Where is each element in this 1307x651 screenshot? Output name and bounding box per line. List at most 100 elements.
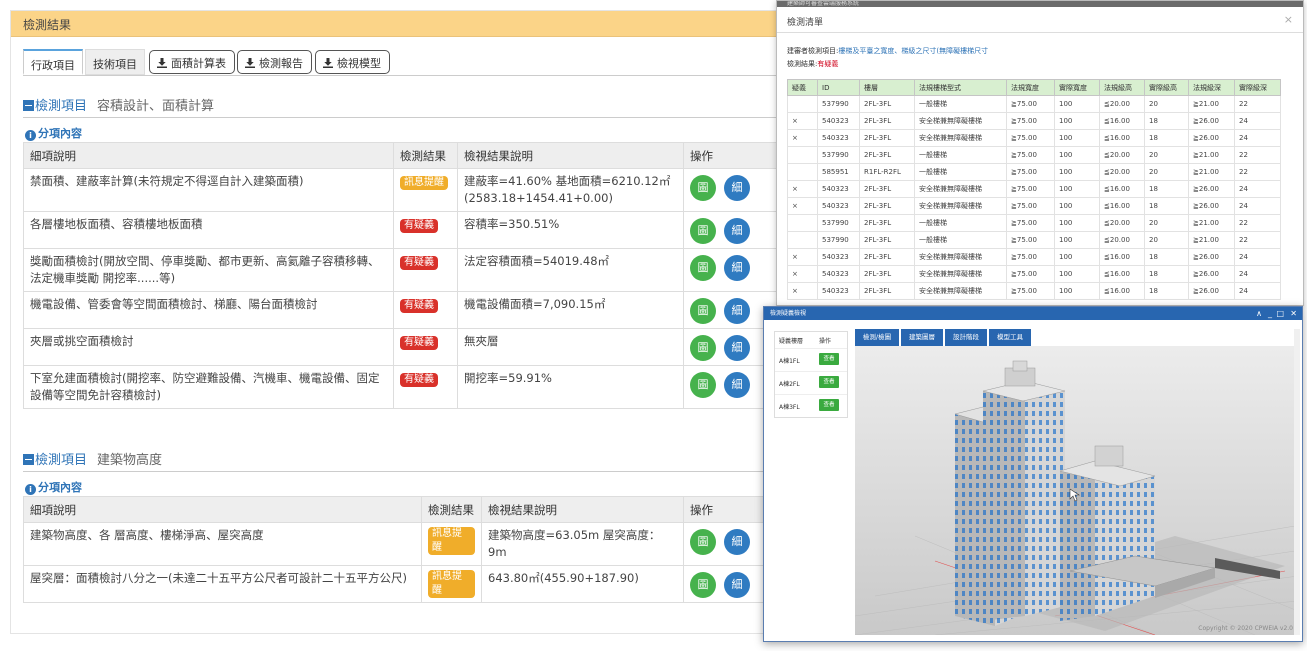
collapse-icon[interactable] — [23, 100, 34, 111]
list-cell: 22 — [1234, 146, 1281, 164]
view-drawing-button[interactable]: 圖 — [690, 218, 716, 244]
maximize-icon[interactable]: □ — [1276, 307, 1284, 320]
model-download-button[interactable]: 檢視模型 — [315, 50, 390, 74]
list-cell: 一般樓梯 — [914, 95, 1007, 113]
collapse-window-icon[interactable]: ∧ — [1256, 307, 1262, 320]
list-cell: 安全梯兼無障礙樓梯 — [914, 282, 1007, 300]
view-drawing-button[interactable]: 圖 — [690, 335, 716, 361]
view-detail-button[interactable]: 細 — [724, 218, 750, 244]
list-cell: ≧75.00 — [1006, 180, 1055, 198]
list-cell: 540323 — [817, 180, 860, 198]
view-drawing-button[interactable]: 圖 — [690, 572, 716, 598]
list-cell: 24 — [1234, 248, 1281, 266]
view-detail-button[interactable]: 細 — [724, 255, 750, 281]
list-cell: 100 — [1054, 265, 1100, 283]
tab-inspect[interactable]: 檢測/檢圖 — [855, 329, 899, 346]
list-header-cell: 法規樓梯型式 — [914, 79, 1007, 96]
list-cell: 20 — [1144, 231, 1189, 249]
table-row: 各層樓地板面積、容積樓地板面積 有疑義 容積率=350.51% 圖細 — [23, 211, 784, 249]
collapse-icon[interactable] — [23, 454, 34, 465]
view-floor-button[interactable]: 查看 — [819, 353, 839, 365]
row-note: 容積率=350.51% — [457, 211, 684, 249]
list-cell: 安全梯兼無障礙樓梯 — [914, 180, 1007, 198]
list-cell: 2FL-3FL — [859, 129, 915, 147]
table-header-row: 細項說明 檢測結果 檢視結果說明 操作 — [23, 142, 784, 169]
list-cell: ≦16.00 — [1099, 248, 1145, 266]
view-drawing-button[interactable]: 圖 — [690, 298, 716, 324]
list-cell: ≦16.00 — [1099, 112, 1145, 130]
tab-bar: 行政項目 技術項目 面積計算表 檢測報告 檢視模型 — [23, 49, 789, 75]
view-drawing-button[interactable]: 圖 — [690, 175, 716, 201]
area-calc-download-button[interactable]: 面積計算表 — [149, 50, 235, 74]
list-cell: ≦16.00 — [1099, 282, 1145, 300]
view-detail-button[interactable]: 細 — [724, 335, 750, 361]
list-cell: 18 — [1144, 265, 1189, 283]
minimize-icon[interactable]: _ — [1268, 307, 1272, 320]
floor-row: A棟3FL 查看 — [775, 394, 847, 417]
view-drawing-button[interactable]: 圖 — [690, 372, 716, 398]
table-row[interactable]: 537990 2FL-3FL 一般樓梯 ≧75.00 100 ≦20.00 20 ≧21.00… — [787, 231, 1281, 249]
table-row[interactable]: 537990 2FL-3FL 一般樓梯 ≧75.00 100 ≦20.00 20 ≧21.00… — [787, 95, 1281, 113]
view-detail-button[interactable]: 細 — [724, 175, 750, 201]
table-row: 禁面積、建蔽率計算(未符規定不得逕自計入建築面積) 訊息提醒 建蔽率=41.60% … — [23, 168, 784, 212]
list-cell: 22 — [1234, 214, 1281, 232]
row-note: 無夾層 — [457, 328, 684, 366]
tab-model-tools[interactable]: 模型工具 — [989, 329, 1031, 346]
list-cell: × — [787, 248, 818, 266]
table-row[interactable]: × 540323 2FL-3FL 安全梯兼無障礙樓梯 ≧75.00 100 ≦16.00 18… — [787, 265, 1281, 283]
list-cell: ≧75.00 — [1006, 95, 1055, 113]
list-cell: 100 — [1054, 231, 1100, 249]
viewer-scrollbar[interactable] — [1294, 329, 1300, 635]
table-row[interactable]: 585951 R1FL-R2FL 一般樓梯 ≧75.00 100 ≦20.00 20 ≧21.… — [787, 163, 1281, 181]
row-result: 訊息提醒 — [421, 565, 482, 603]
table-row[interactable]: × 540323 2FL-3FL 安全梯兼無障礙樓梯 ≧75.00 100 ≦16.00 18… — [787, 197, 1281, 215]
viewer-title: 檢測疑義檢視 — [770, 310, 807, 317]
status-badge: 訊息提醒 — [428, 570, 475, 598]
table-row[interactable]: 537990 2FL-3FL 一般樓梯 ≧75.00 100 ≦20.00 20 ≧21.00… — [787, 146, 1281, 164]
tab-layers[interactable]: 建築圖層 — [901, 329, 943, 346]
download-icon — [323, 58, 333, 68]
list-cell: ≧26.00 — [1188, 282, 1235, 300]
list-cell: 100 — [1054, 95, 1100, 113]
table-row[interactable]: × 540323 2FL-3FL 安全梯兼無障礙樓梯 ≧75.00 100 ≦16.00 18… — [787, 129, 1281, 147]
floor-name: A棟2FL — [779, 381, 800, 388]
header-action: 操作 — [683, 142, 784, 169]
floor-list-header: 疑義樓層 操作 — [775, 332, 847, 348]
report-download-button[interactable]: 檢測報告 — [237, 50, 312, 74]
table-row: 夾層或挑空面積檢討 有疑義 無夾層圖細 — [23, 328, 784, 366]
list-cell: ≦16.00 — [1099, 197, 1145, 215]
list-cell: 20 — [1144, 146, 1189, 164]
table-row[interactable]: 537990 2FL-3FL 一般樓梯 ≧75.00 100 ≦20.00 20 ≧21.00… — [787, 214, 1281, 232]
tab-design-stage[interactable]: 設計階段 — [945, 329, 987, 346]
model-3d-canvas[interactable]: Copyright © 2020 CPWEIA v2.0 — [855, 346, 1298, 635]
status-badge: 有疑義 — [400, 299, 438, 313]
close-icon[interactable]: ✕ — [1290, 307, 1297, 320]
view-detail-button[interactable]: 細 — [724, 572, 750, 598]
view-floor-button[interactable]: 查看 — [819, 399, 839, 411]
tab-admin[interactable]: 行政項目 — [23, 49, 83, 75]
tab-tech[interactable]: 技術項目 — [85, 49, 145, 75]
status-badge: 有疑義 — [400, 219, 438, 233]
list-cell: 540323 — [817, 112, 860, 130]
view-drawing-button[interactable]: 圖 — [690, 529, 716, 555]
download-icon — [157, 58, 167, 68]
list-cell: ≧75.00 — [1006, 146, 1055, 164]
table-row[interactable]: × 540323 2FL-3FL 安全梯兼無障礙樓梯 ≧75.00 100 ≦16.00 18… — [787, 112, 1281, 130]
list-cell: 24 — [1234, 180, 1281, 198]
list-cell: 100 — [1054, 112, 1100, 130]
list-cell: 537990 — [817, 231, 860, 249]
view-detail-button[interactable]: 細 — [724, 298, 750, 324]
header-desc: 細項說明 — [23, 142, 394, 169]
close-icon[interactable]: × — [1284, 13, 1293, 26]
list-cell: ≧21.00 — [1188, 146, 1235, 164]
section-title-area: 檢測項目 容積設計、面積計算 — [23, 95, 214, 114]
view-detail-button[interactable]: 細 — [724, 529, 750, 555]
list-cell: 2FL-3FL — [859, 112, 915, 130]
table-row[interactable]: × 540323 2FL-3FL 安全梯兼無障礙樓梯 ≧75.00 100 ≦16.00 18… — [787, 248, 1281, 266]
table-row[interactable]: × 540323 2FL-3FL 安全梯兼無障礙樓梯 ≧75.00 100 ≦16.00 18… — [787, 180, 1281, 198]
view-floor-button[interactable]: 查看 — [819, 376, 839, 388]
view-detail-button[interactable]: 細 — [724, 372, 750, 398]
table-row[interactable]: × 540323 2FL-3FL 安全梯兼無障礙樓梯 ≧75.00 100 ≦16.00 18… — [787, 282, 1281, 300]
list-cell: ≧75.00 — [1006, 214, 1055, 232]
view-drawing-button[interactable]: 圖 — [690, 255, 716, 281]
